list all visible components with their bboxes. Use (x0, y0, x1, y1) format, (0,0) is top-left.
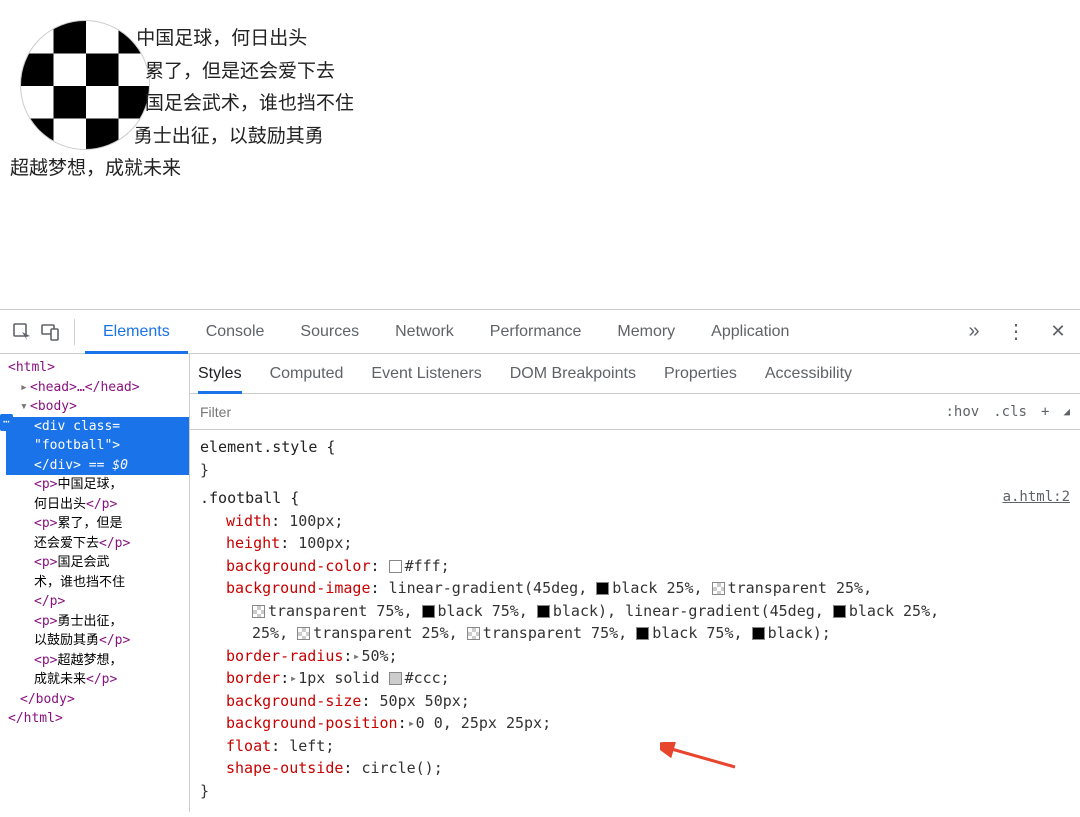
tab-network[interactable]: Network (377, 310, 472, 354)
css-rules[interactable]: element.style { } a.html:2 .football { w… (190, 430, 1080, 812)
tab-elements[interactable]: Elements (85, 310, 188, 354)
tab-sources[interactable]: Sources (282, 310, 377, 354)
paragraph: 中国足球，何日出头 (10, 24, 1070, 53)
paragraph: 超越梦想，成就未来 (10, 154, 1070, 183)
corner-icon[interactable]: ◢ (1063, 405, 1070, 418)
selected-node[interactable]: <div class= "football"> </div> == $0 (6, 417, 189, 476)
close-icon[interactable]: ✕ (1044, 318, 1072, 346)
paragraph: 国足会武术，谁也挡不住 (10, 89, 1070, 118)
new-rule-button[interactable]: + (1041, 404, 1049, 420)
devtools-tabbar: Elements Console Sources Network Perform… (0, 310, 1080, 354)
dom-tree[interactable]: <html> ▸<head>…</head> ▾<body> ⋯ <div cl… (0, 354, 190, 812)
styles-panel: Styles Computed Event Listeners DOM Brea… (190, 354, 1080, 812)
device-toggle-icon[interactable] (36, 318, 64, 346)
football-circle (20, 20, 150, 150)
devtools-panel: Elements Console Sources Network Perform… (0, 310, 1080, 812)
styles-filter-row: :hov .cls + ◢ (190, 394, 1080, 430)
styles-filter-input[interactable] (190, 404, 946, 420)
tab-application[interactable]: Application (693, 310, 807, 354)
breakpoint-marker: ⋯ (0, 414, 13, 431)
styles-subtabs: Styles Computed Event Listeners DOM Brea… (190, 354, 1080, 394)
cls-toggle[interactable]: .cls (993, 404, 1027, 420)
tab-performance[interactable]: Performance (472, 310, 600, 354)
paragraph: 累了，但是还会爱下去 (10, 57, 1070, 86)
kebab-icon[interactable]: ⋮ (1002, 318, 1030, 346)
tab-console[interactable]: Console (188, 310, 283, 354)
tab-memory[interactable]: Memory (599, 310, 693, 354)
rendered-page: 中国足球，何日出头 累了，但是还会爱下去 国足会武术，谁也挡不住 勇士出征，以鼓… (0, 0, 1080, 310)
source-link[interactable]: a.html:2 (1003, 487, 1070, 508)
paragraph: 勇士出征，以鼓励其勇 (10, 122, 1070, 151)
inspect-icon[interactable] (8, 318, 36, 346)
subtab-properties[interactable]: Properties (664, 354, 737, 394)
subtab-computed[interactable]: Computed (270, 354, 344, 394)
subtab-styles[interactable]: Styles (198, 354, 242, 394)
subtab-dom-breakpoints[interactable]: DOM Breakpoints (510, 354, 636, 394)
hov-toggle[interactable]: :hov (946, 404, 980, 420)
subtab-event-listeners[interactable]: Event Listeners (371, 354, 481, 394)
overflow-icon[interactable]: » (960, 318, 988, 346)
subtab-accessibility[interactable]: Accessibility (765, 354, 852, 394)
